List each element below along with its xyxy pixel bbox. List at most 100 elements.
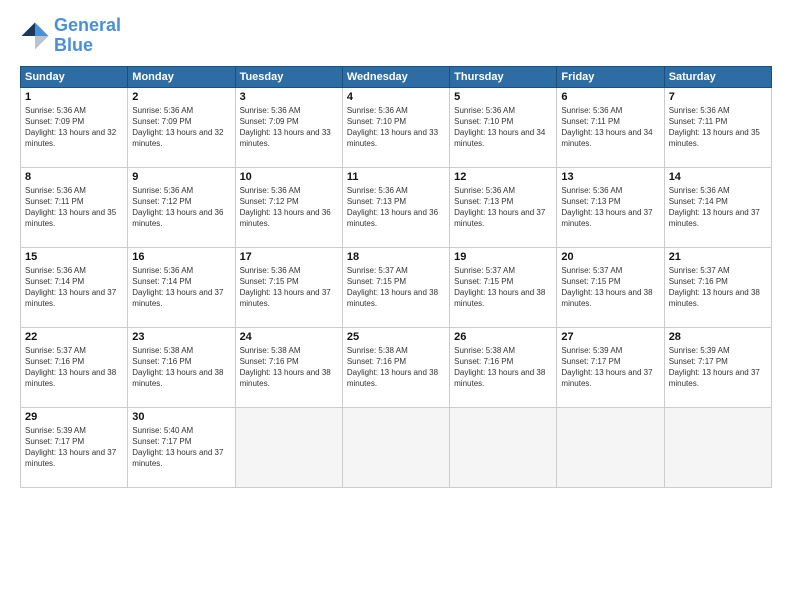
calendar-cell: 12Sunrise: 5:36 AMSunset: 7:13 PMDayligh…: [450, 167, 557, 247]
day-number: 5: [454, 91, 552, 103]
day-info: Sunrise: 5:36 AMSunset: 7:12 PMDaylight:…: [132, 185, 230, 230]
weekday-sunday: Sunday: [21, 66, 128, 87]
day-number: 18: [347, 251, 445, 263]
day-info: Sunrise: 5:39 AMSunset: 7:17 PMDaylight:…: [25, 425, 123, 470]
day-info: Sunrise: 5:38 AMSunset: 7:16 PMDaylight:…: [347, 345, 445, 390]
day-info: Sunrise: 5:38 AMSunset: 7:16 PMDaylight:…: [240, 345, 338, 390]
day-info: Sunrise: 5:38 AMSunset: 7:16 PMDaylight:…: [454, 345, 552, 390]
calendar-week-3: 15 Sunrise: 5:36 AMSunset: 7:14 PMDayligh…: [21, 247, 772, 327]
day-info: Sunrise: 5:36 AMSunset: 7:13 PMDaylight:…: [347, 185, 445, 230]
day-number: 4: [347, 91, 445, 103]
day-number: 28: [669, 331, 767, 343]
calendar-cell: 28 Sunrise: 5:39 AMSunset: 7:17 PMDayligh…: [664, 327, 771, 407]
day-info: Sunrise: 5:39 AMSunset: 7:17 PMDaylight:…: [561, 345, 659, 390]
calendar-cell: 15Sunrise: 5:36 AMSunset: 7:14 PMDayligh…: [21, 247, 128, 327]
calendar-cell: 8 Sunrise: 5:36 AMSunset: 7:11 PMDaylight…: [21, 167, 128, 247]
calendar-cell: 21Sunrise: 5:37 AMSunset: 7:16 PMDayligh…: [664, 247, 771, 327]
page: General Blue SundayMondayTuesdayWednesda…: [0, 0, 792, 612]
day-number: 22: [25, 331, 123, 343]
calendar-cell: [450, 407, 557, 487]
day-info: Sunrise: 5:40 AMSunset: 7:17 PMDaylight:…: [132, 425, 230, 470]
day-info: Sunrise: 5:39 AMSunset: 7:17 PMDaylight:…: [669, 345, 767, 390]
day-info: Sunrise: 5:36 AMSunset: 7:14 PMDaylight:…: [132, 265, 230, 310]
weekday-monday: Monday: [128, 66, 235, 87]
day-number: 6: [561, 91, 659, 103]
calendar-cell: 4 Sunrise: 5:36 AMSunset: 7:10 PMDaylight…: [342, 87, 449, 167]
day-info: Sunrise: 5:36 AMSunset: 7:10 PMDaylight:…: [347, 105, 445, 150]
day-number: 15: [25, 251, 123, 263]
weekday-saturday: Saturday: [664, 66, 771, 87]
calendar-week-2: 8 Sunrise: 5:36 AMSunset: 7:11 PMDaylight…: [21, 167, 772, 247]
day-info: Sunrise: 5:37 AMSunset: 7:16 PMDaylight:…: [25, 345, 123, 390]
day-number: 24: [240, 331, 338, 343]
day-info: Sunrise: 5:36 AMSunset: 7:10 PMDaylight:…: [454, 105, 552, 150]
day-number: 27: [561, 331, 659, 343]
calendar-cell: 14 Sunrise: 5:36 AMSunset: 7:14 PMDayligh…: [664, 167, 771, 247]
calendar-cell: 26 Sunrise: 5:38 AMSunset: 7:16 PMDayligh…: [450, 327, 557, 407]
day-number: 21: [669, 251, 767, 263]
logo: General Blue: [20, 16, 121, 56]
calendar-cell: 6 Sunrise: 5:36 AMSunset: 7:11 PMDaylight…: [557, 87, 664, 167]
day-number: 16: [132, 251, 230, 263]
calendar-cell: 5 Sunrise: 5:36 AMSunset: 7:10 PMDaylight…: [450, 87, 557, 167]
day-number: 13: [561, 171, 659, 183]
calendar-cell: 22 Sunrise: 5:37 AMSunset: 7:16 PMDayligh…: [21, 327, 128, 407]
day-info: Sunrise: 5:36 AMSunset: 7:13 PMDaylight:…: [561, 185, 659, 230]
calendar-cell: 3Sunrise: 5:36 AMSunset: 7:09 PMDaylight…: [235, 87, 342, 167]
calendar-cell: 2Sunrise: 5:36 AMSunset: 7:09 PMDaylight…: [128, 87, 235, 167]
calendar-cell: 29 Sunrise: 5:39 AMSunset: 7:17 PMDayligh…: [21, 407, 128, 487]
calendar: SundayMondayTuesdayWednesdayThursdayFrid…: [20, 66, 772, 488]
day-info: Sunrise: 5:37 AMSunset: 7:15 PMDaylight:…: [561, 265, 659, 310]
day-info: Sunrise: 5:36 AMSunset: 7:09 PMDaylight:…: [25, 105, 123, 150]
calendar-cell: [664, 407, 771, 487]
day-info: Sunrise: 5:37 AMSunset: 7:15 PMDaylight:…: [347, 265, 445, 310]
day-number: 7: [669, 91, 767, 103]
day-number: 2: [132, 91, 230, 103]
day-info: Sunrise: 5:36 AMSunset: 7:11 PMDaylight:…: [25, 185, 123, 230]
day-number: 29: [25, 411, 123, 423]
day-info: Sunrise: 5:37 AMSunset: 7:15 PMDaylight:…: [454, 265, 552, 310]
calendar-cell: [235, 407, 342, 487]
day-number: 1: [25, 91, 123, 103]
calendar-cell: 25 Sunrise: 5:38 AMSunset: 7:16 PMDayligh…: [342, 327, 449, 407]
day-number: 8: [25, 171, 123, 183]
calendar-cell: 7 Sunrise: 5:36 AMSunset: 7:11 PMDaylight…: [664, 87, 771, 167]
day-number: 25: [347, 331, 445, 343]
header: General Blue: [20, 16, 772, 56]
weekday-friday: Friday: [557, 66, 664, 87]
day-number: 10: [240, 171, 338, 183]
calendar-week-1: 1 Sunrise: 5:36 AMSunset: 7:09 PMDaylight…: [21, 87, 772, 167]
day-info: Sunrise: 5:36 AMSunset: 7:11 PMDaylight:…: [561, 105, 659, 150]
day-info: Sunrise: 5:36 AMSunset: 7:13 PMDaylight:…: [454, 185, 552, 230]
calendar-cell: 30 Sunrise: 5:40 AMSunset: 7:17 PMDayligh…: [128, 407, 235, 487]
calendar-week-4: 22 Sunrise: 5:37 AMSunset: 7:16 PMDayligh…: [21, 327, 772, 407]
calendar-cell: 10Sunrise: 5:36 AMSunset: 7:12 PMDayligh…: [235, 167, 342, 247]
day-number: 11: [347, 171, 445, 183]
calendar-cell: [557, 407, 664, 487]
logo-icon: [20, 21, 50, 51]
calendar-week-5: 29 Sunrise: 5:39 AMSunset: 7:17 PMDayligh…: [21, 407, 772, 487]
calendar-cell: 13 Sunrise: 5:36 AMSunset: 7:13 PMDayligh…: [557, 167, 664, 247]
calendar-cell: 27 Sunrise: 5:39 AMSunset: 7:17 PMDayligh…: [557, 327, 664, 407]
day-number: 26: [454, 331, 552, 343]
day-info: Sunrise: 5:36 AMSunset: 7:11 PMDaylight:…: [669, 105, 767, 150]
day-number: 17: [240, 251, 338, 263]
day-info: Sunrise: 5:36 AMSunset: 7:15 PMDaylight:…: [240, 265, 338, 310]
day-number: 14: [669, 171, 767, 183]
day-number: 19: [454, 251, 552, 263]
calendar-cell: 18 Sunrise: 5:37 AMSunset: 7:15 PMDayligh…: [342, 247, 449, 327]
logo-text: General Blue: [54, 16, 121, 56]
calendar-cell: 1 Sunrise: 5:36 AMSunset: 7:09 PMDaylight…: [21, 87, 128, 167]
weekday-thursday: Thursday: [450, 66, 557, 87]
calendar-cell: 9Sunrise: 5:36 AMSunset: 7:12 PMDaylight…: [128, 167, 235, 247]
day-number: 23: [132, 331, 230, 343]
day-info: Sunrise: 5:38 AMSunset: 7:16 PMDaylight:…: [132, 345, 230, 390]
day-info: Sunrise: 5:36 AMSunset: 7:14 PMDaylight:…: [669, 185, 767, 230]
calendar-cell: [342, 407, 449, 487]
calendar-cell: 20Sunrise: 5:37 AMSunset: 7:15 PMDayligh…: [557, 247, 664, 327]
calendar-cell: 11 Sunrise: 5:36 AMSunset: 7:13 PMDayligh…: [342, 167, 449, 247]
calendar-cell: 17 Sunrise: 5:36 AMSunset: 7:15 PMDayligh…: [235, 247, 342, 327]
day-number: 30: [132, 411, 230, 423]
calendar-cell: 19 Sunrise: 5:37 AMSunset: 7:15 PMDayligh…: [450, 247, 557, 327]
day-number: 3: [240, 91, 338, 103]
